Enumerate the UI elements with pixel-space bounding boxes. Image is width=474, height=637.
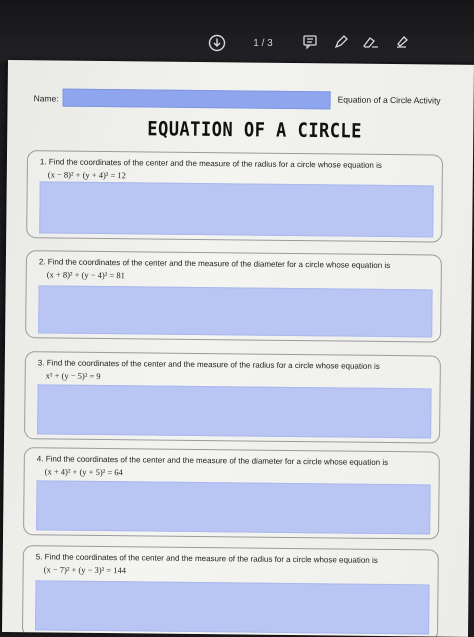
question-card-3: 3. Find the coordinates of the center an… <box>24 351 441 444</box>
question-equation: (x + 4)² + (y + 5)² = 64 <box>44 466 123 478</box>
answer-field[interactable] <box>39 181 434 238</box>
name-label: Name: <box>33 93 59 104</box>
pen-icon[interactable] <box>333 34 351 54</box>
comment-icon[interactable] <box>302 34 320 54</box>
viewer-toolbar: 1 / 3 <box>0 0 474 62</box>
question-equation: x² + (y − 5)² = 9 <box>45 370 101 381</box>
page-counter: 1 / 3 <box>253 38 273 49</box>
question-card-4: 4. Find the coordinates of the center an… <box>23 447 440 540</box>
answer-field[interactable] <box>37 384 432 439</box>
answer-field[interactable] <box>36 480 431 535</box>
worksheet-page: Name: Equation of a Circle Activity EQUA… <box>2 60 474 637</box>
name-field[interactable] <box>62 88 331 110</box>
answer-field[interactable] <box>38 285 433 338</box>
eraser-icon[interactable] <box>362 34 382 54</box>
stamp-icon[interactable] <box>394 34 412 54</box>
activity-title: Equation of a Circle Activity <box>337 94 441 106</box>
question-equation: (x − 7)² + (y − 3)² = 144 <box>43 564 127 576</box>
download-icon[interactable] <box>208 34 228 54</box>
question-card-1: 1. Find the coordinates of the center an… <box>26 150 444 243</box>
question-card-5: 5. Find the coordinates of the center an… <box>21 545 439 637</box>
worksheet-title: EQUATION OF A CIRCLE <box>147 117 363 144</box>
question-equation: (x − 8)² + (y + 4)² = 12 <box>47 169 126 181</box>
answer-field[interactable] <box>35 580 430 635</box>
question-card-2: 2. Find the coordinates of the center an… <box>25 250 442 343</box>
question-equation: (x + 8)² + (y − 4)² = 81 <box>46 269 125 281</box>
